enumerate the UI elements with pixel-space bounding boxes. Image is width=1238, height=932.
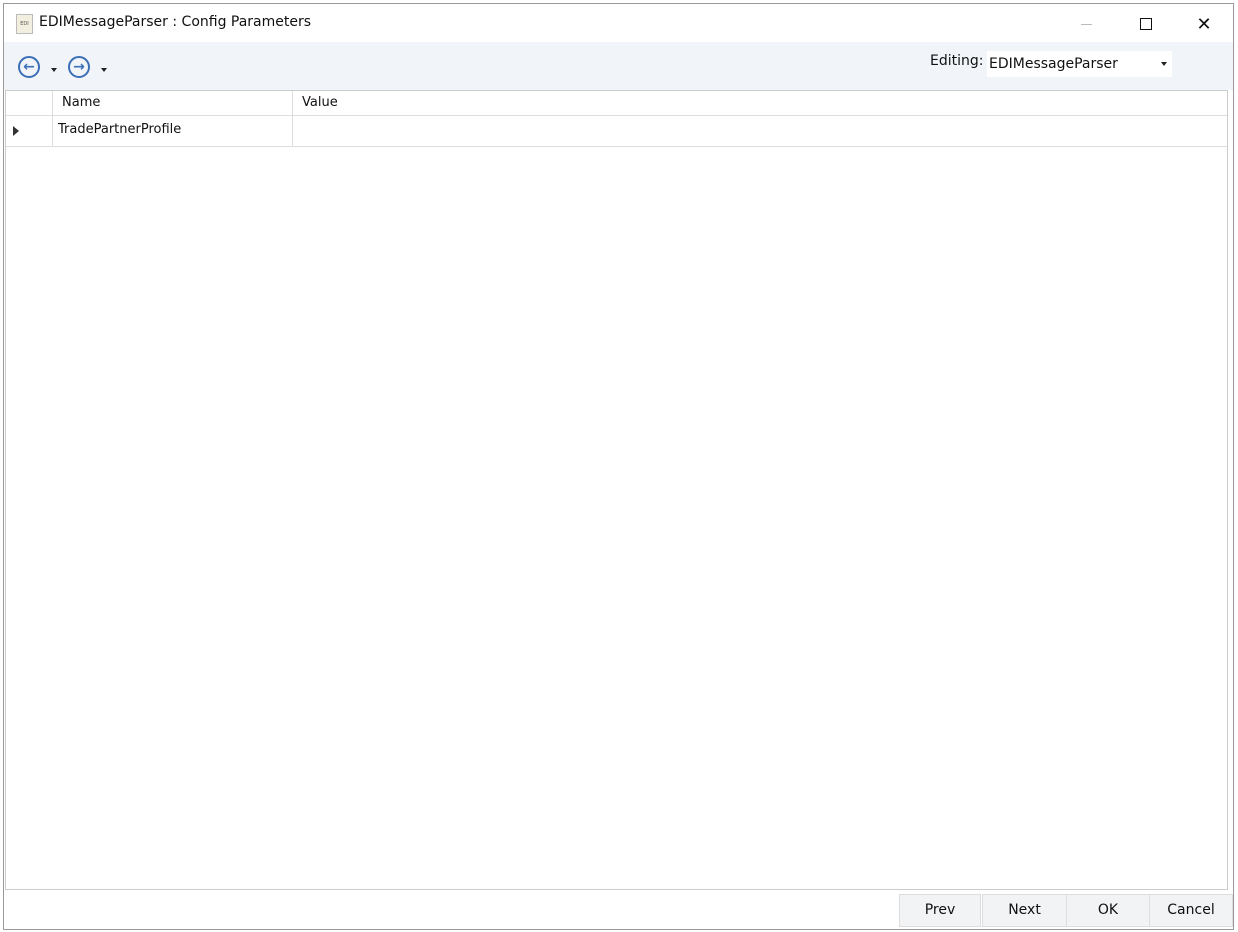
grid-header: Name Value (6, 91, 1227, 116)
window-title: EDIMessageParser : Config Parameters (39, 14, 312, 30)
table-row[interactable]: TradePartnerProfile (6, 116, 1227, 147)
column-header-value[interactable]: Value (293, 91, 1227, 115)
back-history-dropdown[interactable] (51, 68, 57, 72)
forward-button[interactable]: → (68, 56, 90, 78)
row-expander[interactable] (6, 116, 53, 146)
minimize-icon (1080, 23, 1092, 25)
maximize-icon (1140, 18, 1152, 30)
row-name: TradePartnerProfile (53, 116, 293, 146)
title-bar: EDI EDIMessageParser : Config Parameters… (4, 4, 1233, 42)
row-value[interactable] (293, 116, 1227, 146)
toolbar: ← → Editing: EDIMessageParser (4, 42, 1233, 90)
config-parameters-window: EDI EDIMessageParser : Config Parameters… (3, 3, 1234, 930)
arrow-left-circle-icon: ← (23, 59, 35, 75)
maximize-button[interactable] (1126, 10, 1166, 38)
close-icon: ✕ (1196, 13, 1212, 35)
prev-button[interactable]: Prev (899, 894, 981, 927)
minimize-button[interactable] (1066, 10, 1106, 38)
next-button[interactable]: Next (982, 894, 1067, 927)
editing-select[interactable]: EDIMessageParser (987, 51, 1172, 77)
parameters-grid: Name Value TradePartnerProfile (5, 90, 1228, 890)
cancel-button[interactable]: Cancel (1149, 894, 1233, 927)
editing-label: Editing: (930, 53, 984, 69)
close-button[interactable]: ✕ (1184, 10, 1224, 38)
column-header-name[interactable]: Name (53, 91, 293, 115)
edi-file-icon: EDI (16, 14, 33, 34)
editing-value: EDIMessageParser (989, 56, 1118, 72)
arrow-right-circle-icon: → (73, 59, 85, 75)
caret-right-icon (13, 126, 19, 136)
chevron-down-icon (1161, 62, 1167, 66)
back-button[interactable]: ← (18, 56, 40, 78)
ok-button[interactable]: OK (1066, 894, 1150, 927)
forward-history-dropdown[interactable] (101, 68, 107, 72)
row-header-column (6, 91, 53, 115)
